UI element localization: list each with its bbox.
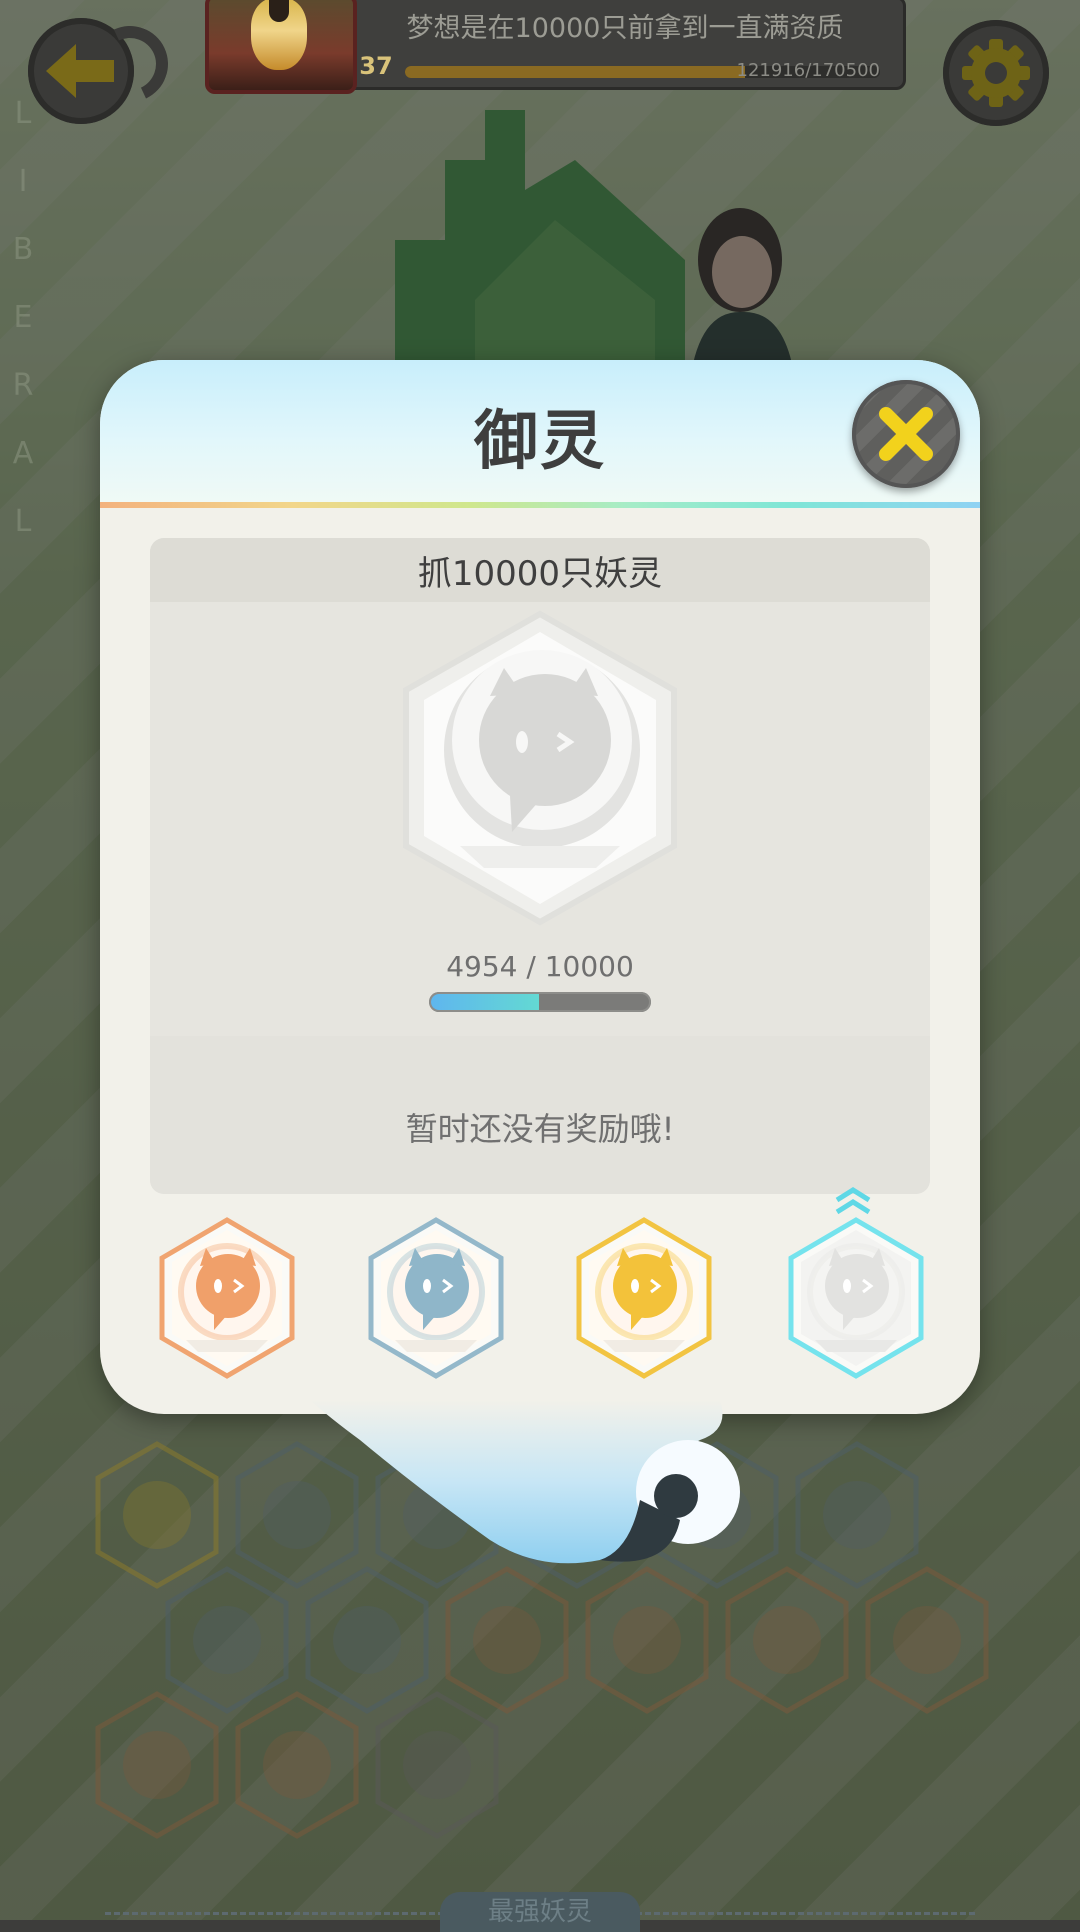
achievement-hex-slot (582, 1565, 712, 1715)
current-tier-indicator-icon (835, 1187, 871, 1215)
close-button[interactable] (852, 380, 960, 488)
reward-area: 暂时还没有奖励哦! (150, 1036, 930, 1194)
achievement-hex-slot (372, 1690, 502, 1840)
side-letter: A (12, 436, 34, 471)
task-panel: 抓10000只妖灵 4954 / 10000 暂时还没有奖励哦! (150, 538, 930, 1194)
bronze-medal-icon (159, 1217, 295, 1379)
exp-progress-fill (405, 66, 745, 78)
locked-medal-icon (403, 610, 677, 926)
side-letter: L (14, 504, 32, 539)
task-progress-text: 4954 / 10000 (446, 950, 634, 983)
task-progress-bar (429, 992, 651, 1012)
side-letter: R (12, 368, 34, 403)
platinum-medal-icon (788, 1217, 924, 1379)
tier-bronze-medal[interactable] (156, 1216, 298, 1380)
achievement-hex-slot (92, 1690, 222, 1840)
gold-medal-icon (576, 1217, 712, 1379)
side-letter: B (12, 232, 34, 267)
task-progress-fill (431, 994, 539, 1010)
back-button[interactable] (28, 15, 179, 124)
settings-button[interactable] (943, 20, 1049, 126)
player-motto: 梦想是在10000只前拿到一直满资质 (406, 13, 844, 44)
player-level-badge: 37 (359, 52, 393, 80)
achievement-modal: 御灵 抓10000只妖灵 4954 / 10000 暂时还没有奖励哦! (100, 360, 980, 1414)
tier-gold-medal[interactable] (573, 1216, 715, 1380)
achievement-hex-slot (232, 1690, 362, 1840)
tier-platinum-medal[interactable] (785, 1216, 927, 1380)
side-letter: E (13, 300, 33, 335)
side-letter: I (18, 164, 28, 199)
modal-title: 御灵 (474, 405, 606, 479)
silver-medal-icon (368, 1217, 504, 1379)
modal-header: 御灵 (100, 360, 980, 508)
modal-speech-tail (310, 1400, 740, 1564)
side-vertical-text: L I B E R A L (8, 80, 38, 556)
avatar-crown (269, 0, 289, 22)
tier-silver-medal[interactable] (365, 1216, 507, 1380)
close-icon (879, 407, 933, 461)
header-rainbow-divider (100, 502, 980, 508)
gear-icon (962, 39, 1030, 107)
achievement-hex-slot (862, 1565, 992, 1715)
tab-strongest-spirit[interactable]: 最强妖灵 (440, 1892, 640, 1932)
back-arrow-icon (46, 44, 114, 98)
task-title: 抓10000只妖灵 (417, 554, 663, 594)
player-avatar[interactable] (205, 0, 357, 94)
reward-empty-text: 暂时还没有奖励哦! (405, 1110, 675, 1148)
achievement-hex-slot (722, 1565, 852, 1715)
task-panel-header: 抓10000只妖灵 (150, 538, 930, 602)
exp-progress-text: 121916/170500 (736, 60, 881, 81)
